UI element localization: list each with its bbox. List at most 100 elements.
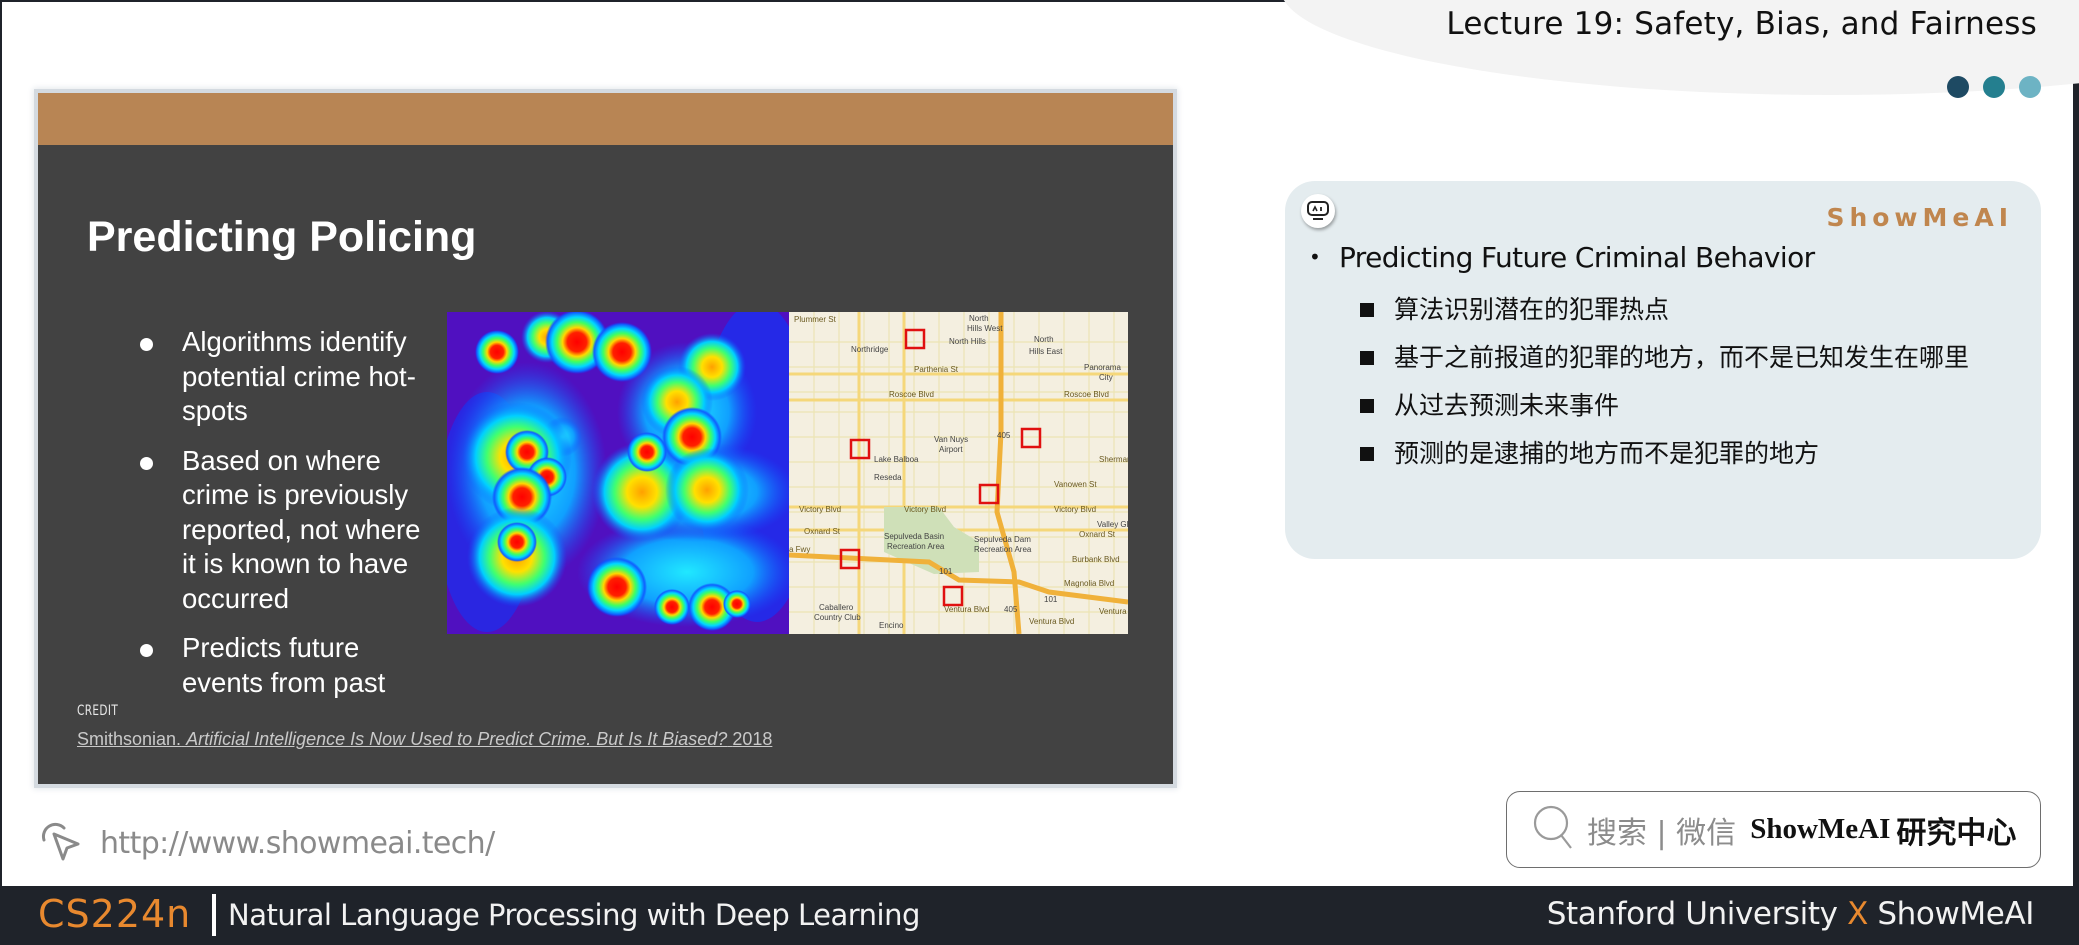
panel-main-bullet-text: Predicting Future Criminal Behavior bbox=[1339, 241, 1815, 274]
svg-text:Victory Blvd: Victory Blvd bbox=[1054, 505, 1096, 514]
svg-text:101: 101 bbox=[939, 567, 953, 576]
square-bullet-icon bbox=[1360, 351, 1374, 365]
panel-sub-bullet-text: 算法识别潜在的犯罪热点 bbox=[1394, 295, 1670, 324]
svg-text:Sepulveda Basin: Sepulveda Basin bbox=[884, 532, 944, 541]
panel-sub-bullet: 从过去预测未来事件 bbox=[1360, 382, 1969, 430]
search-brand-cn: 研究中心 bbox=[1896, 815, 2017, 851]
slide-bullet-list: Algorithms identify potential crime hot-… bbox=[98, 325, 438, 715]
svg-text:Country Club: Country Club bbox=[814, 613, 861, 622]
slide-title: Predicting Policing bbox=[87, 213, 477, 261]
svg-text:Oxnard St: Oxnard St bbox=[804, 527, 841, 536]
search-icon bbox=[1531, 804, 1575, 855]
svg-text:Van Nuys: Van Nuys bbox=[934, 435, 968, 444]
lecture-title: Lecture 19: Safety, Bias, and Fairness bbox=[1446, 6, 2037, 42]
svg-text:Sherman: Sherman bbox=[1099, 455, 1128, 464]
svg-text:Ventura Blvd: Ventura Blvd bbox=[944, 605, 989, 614]
svg-text:Lake Balboa: Lake Balboa bbox=[874, 455, 919, 464]
website-link[interactable]: http://www.showmeai.tech/ bbox=[38, 818, 495, 869]
wechat-search-box[interactable]: 搜索 | 微信 ShowMeAI 研究中心 bbox=[1506, 791, 2041, 868]
panel-sub-bullet-list: 算法识别潜在的犯罪热点 基于之前报道的犯罪的地方，而不是已知发生在哪里 从过去预… bbox=[1360, 286, 1969, 478]
svg-text:Roscoe Blvd: Roscoe Blvd bbox=[1064, 390, 1109, 399]
svg-text:Panorama: Panorama bbox=[1084, 363, 1121, 372]
svg-text:Encino: Encino bbox=[879, 621, 904, 630]
svg-text:North Hills: North Hills bbox=[949, 337, 986, 346]
svg-text:City: City bbox=[1099, 373, 1113, 382]
bullet-dot-icon bbox=[140, 644, 153, 657]
slide-bullet: Based on where crime is previously repor… bbox=[98, 444, 438, 617]
panel-sub-bullet-text: 基于之前报道的犯罪的地方，而不是已知发生在哪里 bbox=[1394, 343, 1970, 372]
svg-text:Ventura Blvd: Ventura Blvd bbox=[1029, 617, 1074, 626]
svg-text:North: North bbox=[969, 314, 989, 323]
square-bullet-icon bbox=[1360, 303, 1374, 317]
dot-light bbox=[2019, 76, 2041, 98]
course-code: CS224n bbox=[38, 892, 192, 936]
svg-text:Recreation Area: Recreation Area bbox=[974, 545, 1032, 554]
notes-panel: ShowMeAI • Predicting Future Criminal Beh… bbox=[1285, 181, 2041, 559]
svg-text:405: 405 bbox=[1004, 605, 1018, 614]
window-border-left bbox=[0, 0, 2, 945]
street-map-image: Plummer St North Hills West Northridge No… bbox=[789, 312, 1128, 634]
footer-credit: Stanford University X ShowMeAI bbox=[1546, 896, 2035, 932]
square-bullet-icon bbox=[1360, 447, 1374, 461]
svg-text:101: 101 bbox=[1044, 595, 1058, 604]
slide-header-band bbox=[38, 93, 1173, 145]
bullet-dot-icon: • bbox=[1309, 245, 1321, 269]
svg-text:Victory Blvd: Victory Blvd bbox=[799, 505, 841, 514]
search-hint: 搜索 | 微信 bbox=[1587, 815, 1737, 851]
svg-text:Burbank Blvd: Burbank Blvd bbox=[1072, 555, 1120, 564]
embedded-slide: Predicting Policing Algorithms identify … bbox=[38, 93, 1173, 784]
slide-bullet: Algorithms identify potential crime hot-… bbox=[98, 325, 438, 429]
slide-bullet-text: Algorithms identify potential crime hot-… bbox=[182, 326, 416, 426]
crime-heatmap-image bbox=[447, 312, 789, 634]
panel-sub-bullet: 算法识别潜在的犯罪热点 bbox=[1360, 286, 1969, 334]
footer-university: Stanford University bbox=[1546, 896, 1838, 932]
svg-text:Ventura: Ventura bbox=[1099, 607, 1127, 616]
svg-text:Airport: Airport bbox=[939, 445, 963, 454]
svg-text:Oxnard St: Oxnard St bbox=[1079, 530, 1116, 539]
svg-text:Reseda: Reseda bbox=[874, 473, 902, 482]
svg-text:North: North bbox=[1034, 335, 1054, 344]
panel-sub-bullet: 基于之前报道的犯罪的地方，而不是已知发生在哪里 bbox=[1360, 334, 1969, 382]
cursor-click-icon bbox=[38, 818, 84, 869]
svg-text:Hills East: Hills East bbox=[1029, 347, 1063, 356]
slide-bullet: Predicts future events from past bbox=[98, 631, 438, 700]
svg-text:Recreation Area: Recreation Area bbox=[887, 542, 945, 551]
svg-text:405: 405 bbox=[997, 431, 1011, 440]
svg-text:Parthenia St: Parthenia St bbox=[914, 365, 959, 374]
svg-text:Northridge: Northridge bbox=[851, 345, 889, 354]
slide-bullet-text: Predicts future events from past bbox=[182, 632, 386, 698]
ai-robot-icon bbox=[1301, 194, 1335, 228]
svg-text:Victory Blvd: Victory Blvd bbox=[904, 505, 946, 514]
svg-text:Sepulveda Dam: Sepulveda Dam bbox=[974, 535, 1031, 544]
svg-text:Caballero: Caballero bbox=[819, 603, 854, 612]
footer-divider bbox=[212, 894, 216, 936]
credit-source: Smithsonian. bbox=[77, 729, 182, 749]
crime-figure: Plummer St North Hills West Northridge No… bbox=[447, 312, 1128, 634]
svg-text:Hills West: Hills West bbox=[967, 324, 1003, 333]
credit-link[interactable]: Smithsonian. Artificial Intelligence Is … bbox=[77, 729, 772, 750]
slide-bullet-text: Based on where crime is previously repor… bbox=[182, 444, 421, 614]
credit-label: CREDIT bbox=[77, 703, 119, 719]
svg-text:Roscoe Blvd: Roscoe Blvd bbox=[889, 390, 934, 399]
svg-text:Plummer St: Plummer St bbox=[794, 315, 837, 324]
square-bullet-icon bbox=[1360, 399, 1374, 413]
footer-bar: CS224n Natural Language Processing with … bbox=[0, 886, 2079, 945]
search-brand: ShowMeAI bbox=[1750, 813, 1891, 845]
credit-article-title: Artificial Intelligence Is Now Used to P… bbox=[186, 729, 728, 749]
website-url: http://www.showmeai.tech/ bbox=[100, 826, 495, 861]
credit-year: 2018 bbox=[732, 729, 773, 749]
svg-text:Vanowen St: Vanowen St bbox=[1054, 480, 1097, 489]
panel-sub-bullet-text: 从过去预测未来事件 bbox=[1394, 391, 1620, 420]
course-title: Natural Language Processing with Deep Le… bbox=[228, 898, 920, 932]
decorative-dots bbox=[1947, 76, 2041, 98]
bullet-dot-icon bbox=[140, 338, 153, 351]
svg-text:Valley Gl: Valley Gl bbox=[1097, 520, 1128, 529]
dot-teal bbox=[1983, 76, 2005, 98]
panel-sub-bullet-text: 预测的是逮捕的地方而不是犯罪的地方 bbox=[1394, 439, 1820, 468]
panel-main-bullet: • Predicting Future Criminal Behavior bbox=[1309, 241, 1815, 274]
svg-text:a Fwy: a Fwy bbox=[789, 545, 810, 554]
dot-dark bbox=[1947, 76, 1969, 98]
window-border-right bbox=[2073, 0, 2079, 945]
svg-text:Magnolia Blvd: Magnolia Blvd bbox=[1064, 579, 1114, 588]
panel-sub-bullet: 预测的是逮捕的地方而不是犯罪的地方 bbox=[1360, 430, 1969, 478]
